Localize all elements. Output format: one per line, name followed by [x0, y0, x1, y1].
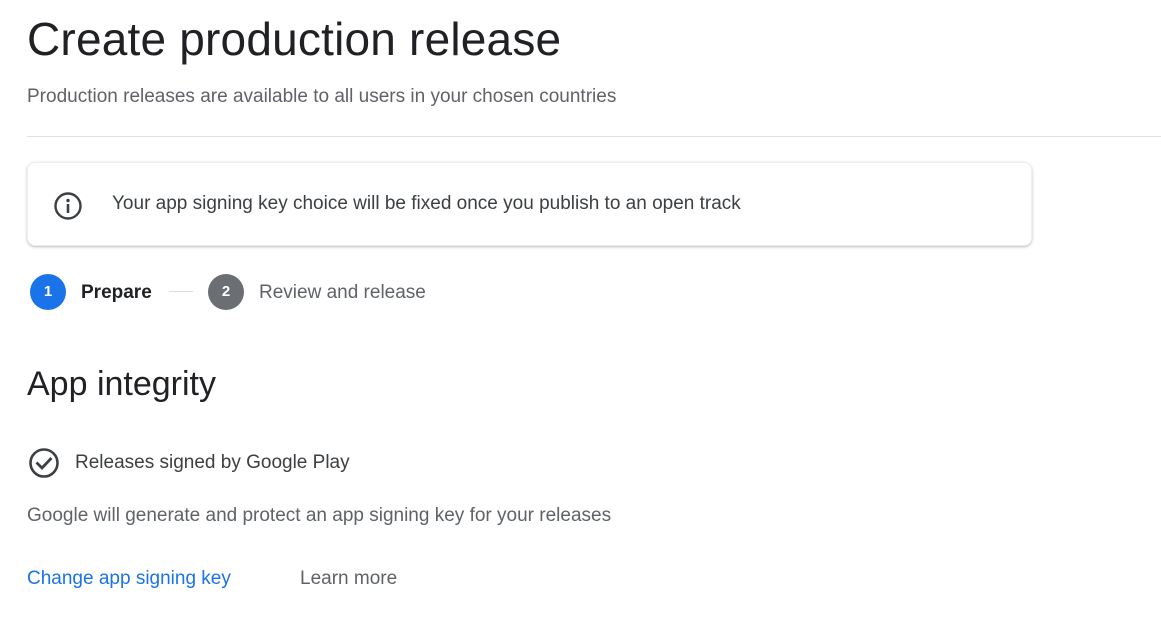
- app-integrity-title: App integrity: [27, 365, 216, 403]
- check-circle-icon: [28, 447, 60, 479]
- step-2-label[interactable]: Review and release: [259, 281, 426, 305]
- step-connector: [169, 291, 193, 292]
- signing-status-row: Releases signed by Google Play: [28, 446, 448, 480]
- header-divider: [27, 136, 1161, 137]
- info-banner-message: Your app signing key choice will be fixe…: [112, 193, 741, 214]
- page-subtitle: Production releases are available to all…: [27, 86, 617, 107]
- learn-more-button[interactable]: Learn more: [300, 567, 397, 591]
- page-title: Create production release: [27, 13, 562, 65]
- info-icon: [53, 191, 83, 221]
- change-signing-key-link[interactable]: Change app signing key: [27, 567, 231, 591]
- step-1-label[interactable]: Prepare: [81, 281, 152, 305]
- create-release-page: Create production release Production rel…: [0, 0, 1161, 626]
- step-2-number[interactable]: 2: [208, 274, 244, 310]
- signing-description: Google will generate and protect an app …: [27, 505, 612, 526]
- info-banner: Your app signing key choice will be fixe…: [27, 162, 1032, 246]
- step-1-number[interactable]: 1: [30, 274, 66, 310]
- release-stepper: 1 Prepare 2 Review and release: [30, 274, 490, 310]
- signing-status-label: Releases signed by Google Play: [75, 452, 350, 473]
